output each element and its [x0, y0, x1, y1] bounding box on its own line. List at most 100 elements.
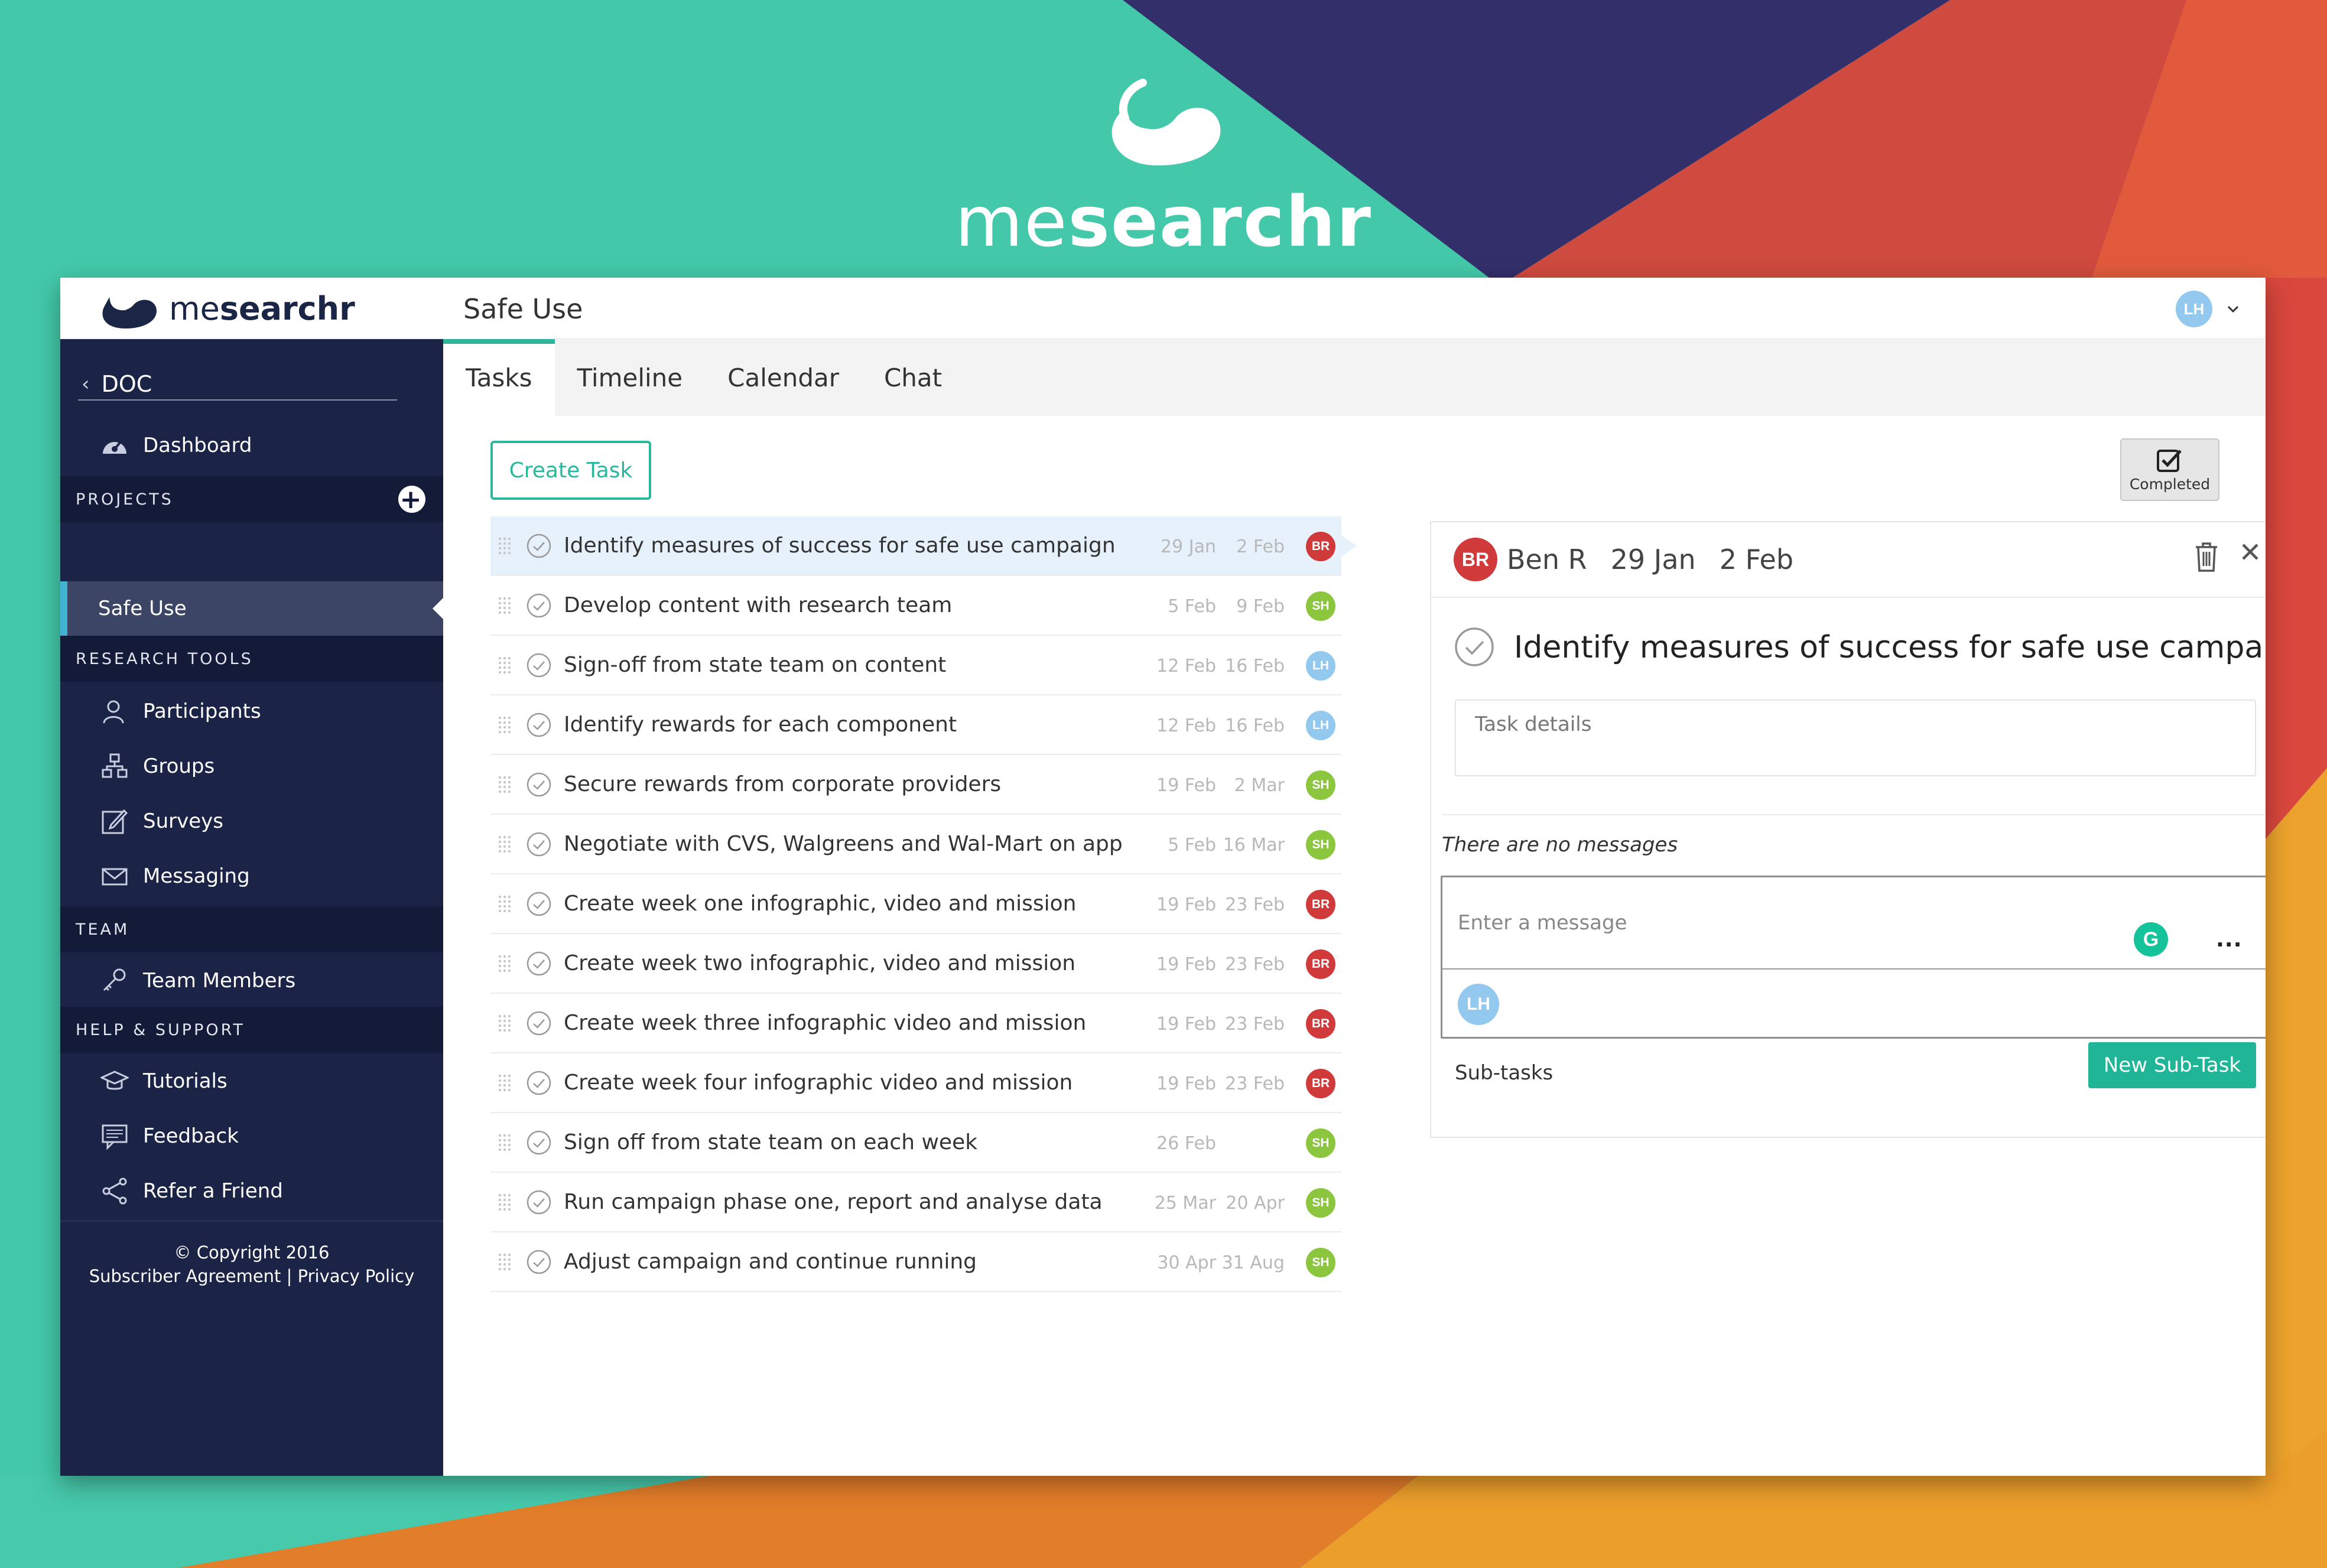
sidebar-item-safe-use[interactable]: Safe Use [60, 581, 443, 636]
brand-logo[interactable]: mesearchr [97, 287, 355, 330]
drag-handle-icon[interactable] [495, 1013, 516, 1034]
complete-task-icon[interactable] [1454, 626, 1495, 668]
close-icon[interactable] [2238, 540, 2262, 564]
task-owner-avatar[interactable]: SH [1306, 591, 1335, 621]
task-end-date[interactable]: 16 Feb [1220, 715, 1285, 736]
task-end-date[interactable]: 23 Feb [1220, 1014, 1285, 1035]
task-start-date[interactable]: 25 Mar [1133, 1193, 1216, 1214]
drag-handle-icon[interactable] [495, 714, 516, 736]
task-start-date[interactable]: 19 Feb [1133, 775, 1216, 796]
task-owner-avatar[interactable]: BR [1306, 1009, 1335, 1039]
start-date[interactable]: 29 Jan [1611, 544, 1696, 575]
sidebar-item-messaging[interactable]: Messaging [60, 853, 443, 900]
complete-task-icon[interactable] [526, 1130, 552, 1156]
end-date[interactable]: 2 Feb [1720, 544, 1793, 575]
drag-handle-icon[interactable] [495, 1251, 516, 1273]
complete-task-icon[interactable] [526, 712, 552, 738]
drag-handle-icon[interactable] [495, 893, 516, 915]
task-end-date[interactable]: 20 Apr [1220, 1193, 1285, 1214]
drag-handle-icon[interactable] [495, 595, 516, 616]
task-row[interactable]: Create week one infographic, video and m… [490, 874, 1341, 934]
task-end-date[interactable]: 9 Feb [1220, 596, 1285, 617]
task-row[interactable]: Sign-off from state team on content 12 Fe… [490, 636, 1341, 695]
sidebar-item-team-members[interactable]: Team Members [60, 957, 443, 1004]
task-start-date[interactable]: 26 Feb [1133, 1133, 1216, 1154]
drag-handle-icon[interactable] [495, 655, 516, 676]
drag-handle-icon[interactable] [495, 953, 516, 974]
task-details-field[interactable]: Task details [1455, 700, 2256, 776]
task-owner-avatar[interactable]: BR [1306, 1069, 1335, 1098]
task-title[interactable]: Create week one infographic, video and m… [564, 892, 1131, 916]
sidebar-item-feedback[interactable]: Feedback [60, 1112, 443, 1160]
drag-handle-icon[interactable] [495, 1132, 516, 1153]
task-title[interactable]: Sign-off from state team on content [564, 653, 1131, 677]
task-owner-avatar[interactable]: SH [1306, 1248, 1335, 1277]
task-end-date[interactable]: 2 Feb [1220, 536, 1285, 557]
task-end-date[interactable]: 31 Aug [1220, 1253, 1285, 1273]
task-owner-avatar[interactable]: SH [1306, 770, 1335, 800]
task-row[interactable]: Negotiate with CVS, Walgreens and Wal-Ma… [490, 815, 1341, 874]
task-row[interactable]: Identify measures of success for safe us… [490, 516, 1357, 576]
task-end-date[interactable]: 23 Feb [1220, 954, 1285, 975]
task-end-date[interactable]: 16 Feb [1220, 656, 1285, 676]
complete-task-icon[interactable] [526, 951, 552, 977]
complete-task-icon[interactable] [526, 1249, 552, 1275]
task-owner-avatar[interactable]: BR [1306, 890, 1335, 919]
user-avatar[interactable]: LH [2176, 291, 2212, 327]
user-menu[interactable]: LH [2176, 291, 2242, 327]
complete-task-icon[interactable] [526, 593, 552, 619]
task-owner-avatar[interactable]: LH [1306, 711, 1335, 740]
task-start-date[interactable]: 29 Jan [1133, 536, 1216, 557]
task-title[interactable]: Create week four infographic video and m… [564, 1071, 1131, 1095]
task-row[interactable]: Run campaign phase one, report and analy… [490, 1173, 1341, 1232]
legal-links[interactable]: Subscriber Agreement | Privacy Policy [60, 1264, 443, 1288]
tab-calendar[interactable]: Calendar [705, 339, 862, 416]
sidebar-item-groups[interactable]: Groups [60, 743, 443, 790]
sidebar-item-participants[interactable]: Participants [60, 688, 443, 735]
new-subtask-button[interactable]: New Sub-Task [2088, 1042, 2256, 1088]
task-end-date[interactable]: 23 Feb [1220, 1073, 1285, 1094]
task-end-date[interactable]: 23 Feb [1220, 894, 1285, 915]
task-row[interactable]: Adjust campaign and continue running 30 A… [490, 1232, 1341, 1292]
task-start-date[interactable]: 30 Apr [1133, 1253, 1216, 1273]
trash-icon[interactable] [2192, 540, 2221, 573]
task-title[interactable]: Sign off from state team on each week [564, 1130, 1131, 1154]
task-row[interactable]: Develop content with research team 5 Feb 9… [490, 576, 1341, 636]
drag-handle-icon[interactable] [495, 774, 516, 795]
task-row[interactable]: Identify rewards for each component 12 Fe… [490, 695, 1341, 755]
task-row[interactable]: Create week two infographic, video and m… [490, 934, 1341, 994]
task-row[interactable]: Secure rewards from corporate providers 1… [490, 755, 1341, 815]
back-to-doc[interactable]: ‹ DOC [78, 369, 397, 401]
task-start-date[interactable]: 12 Feb [1133, 715, 1216, 736]
chevron-down-icon[interactable] [2224, 300, 2242, 318]
complete-task-icon[interactable] [526, 1010, 552, 1036]
grammarly-icon[interactable]: G [2134, 922, 2168, 957]
sidebar-item-tutorials[interactable]: Tutorials [60, 1058, 443, 1105]
complete-task-icon[interactable] [526, 1070, 552, 1096]
task-row[interactable]: Create week three infographic video and … [490, 994, 1341, 1053]
task-owner-avatar[interactable]: BR [1306, 532, 1335, 561]
task-title[interactable]: Secure rewards from corporate providers [564, 772, 1131, 796]
owner-avatar[interactable]: BR [1454, 538, 1497, 581]
task-title[interactable]: Adjust campaign and continue running [564, 1250, 1131, 1274]
task-row[interactable]: Sign off from state team on each week 26 … [490, 1113, 1341, 1173]
task-owner-avatar[interactable]: BR [1306, 949, 1335, 979]
tab-chat[interactable]: Chat [862, 339, 964, 416]
task-start-date[interactable]: 5 Feb [1133, 596, 1216, 617]
task-end-date[interactable]: 16 Mar [1220, 835, 1285, 855]
complete-task-icon[interactable] [526, 891, 552, 917]
task-start-date[interactable]: 5 Feb [1133, 835, 1216, 855]
complete-task-icon[interactable] [526, 831, 552, 857]
more-options-icon[interactable]: ... [2216, 921, 2242, 953]
complete-task-icon[interactable] [526, 1189, 552, 1215]
task-end-date[interactable]: 2 Mar [1220, 775, 1285, 796]
complete-task-icon[interactable] [526, 652, 552, 678]
completed-filter-button[interactable]: Completed [2120, 438, 2219, 501]
drag-handle-icon[interactable] [495, 834, 516, 855]
task-title[interactable]: Develop content with research team [564, 593, 1131, 617]
sidebar-item-surveys[interactable]: Surveys [60, 798, 443, 845]
create-task-button[interactable]: Create Task [490, 441, 651, 500]
task-title[interactable]: Negotiate with CVS, Walgreens and Wal-Ma… [564, 832, 1131, 856]
complete-task-icon[interactable] [526, 533, 552, 559]
task-owner-avatar[interactable]: LH [1306, 651, 1335, 681]
